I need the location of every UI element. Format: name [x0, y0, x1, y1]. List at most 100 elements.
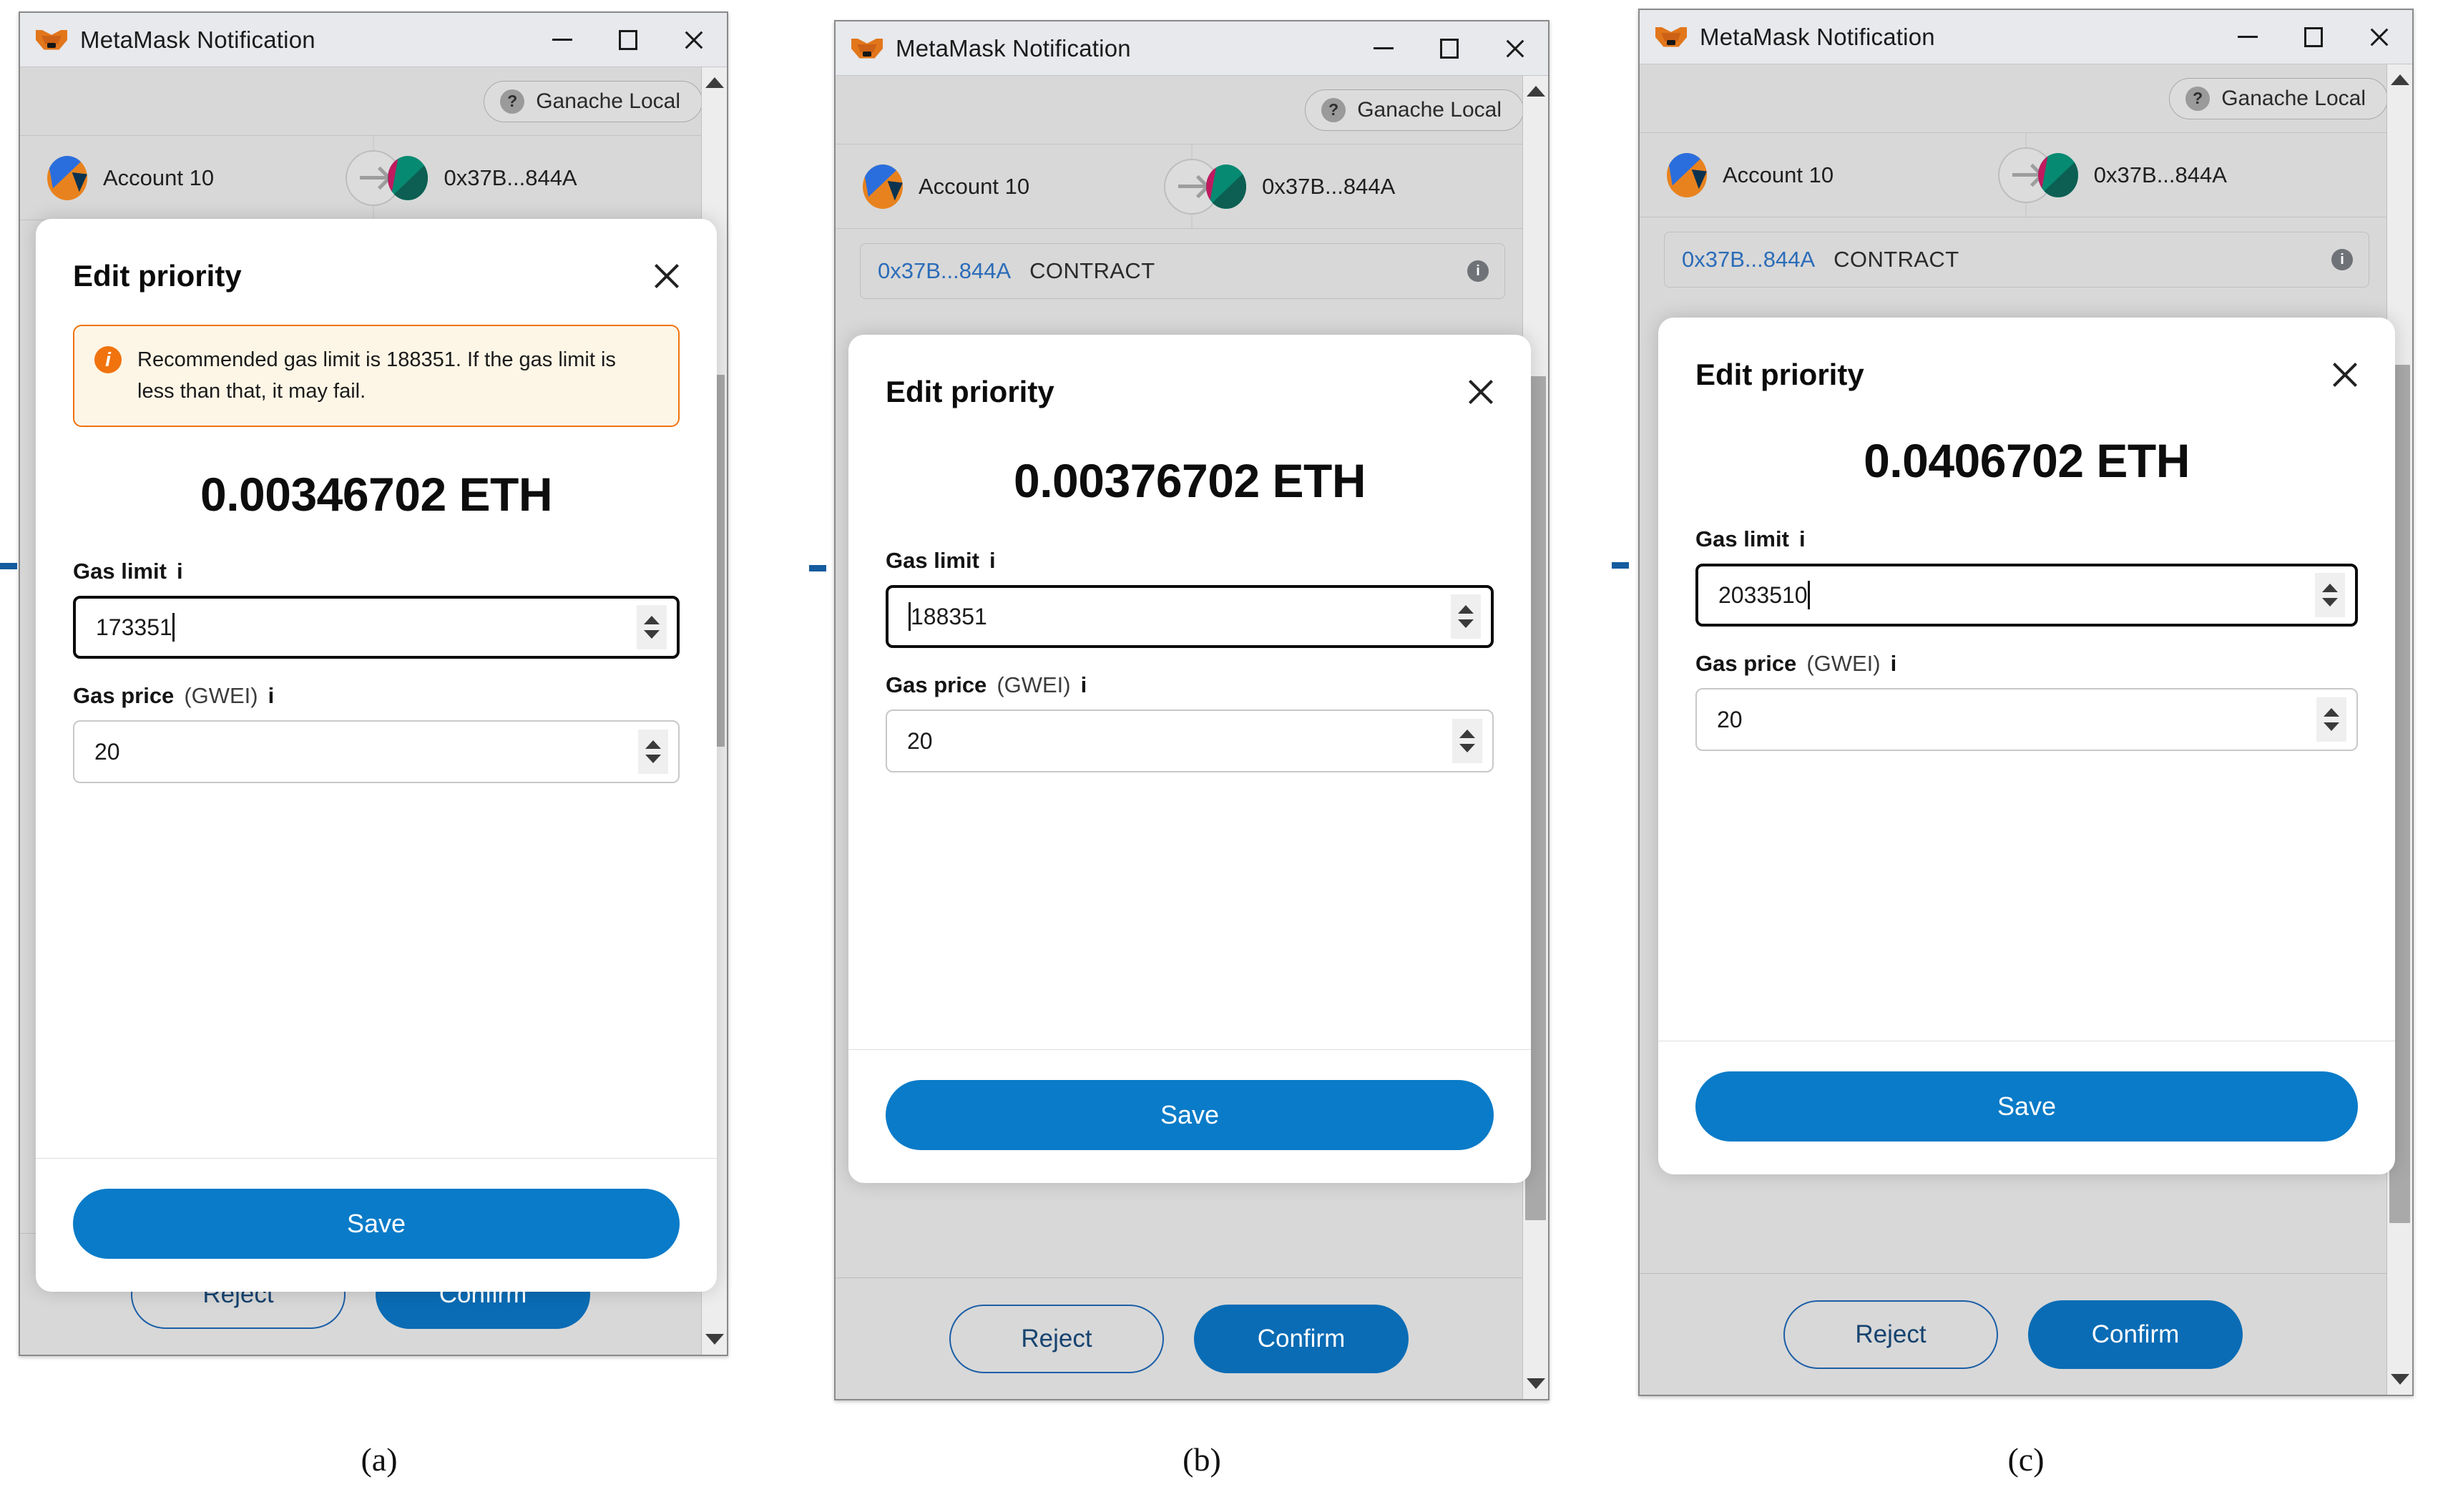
close-icon[interactable]	[1465, 376, 1497, 408]
question-mark-icon: ?	[500, 89, 525, 114]
gas-price-label: Gas price	[886, 672, 987, 697]
info-icon[interactable]: i	[1467, 260, 1489, 282]
gas-price-input[interactable]: 20	[886, 710, 1494, 772]
gas-limit-info-icon[interactable]: i	[1799, 526, 1806, 552]
network-row: ? Ganache Local	[1640, 64, 2412, 133]
contract-row[interactable]: 0x37B...844A CONTRACT i	[860, 243, 1505, 299]
minimize-button[interactable]	[529, 14, 595, 67]
recipient-address: 0x37B...844A	[1262, 173, 1396, 199]
minimize-button[interactable]	[2215, 11, 2281, 64]
maximize-button[interactable]	[1416, 22, 1482, 75]
network-name: Ganache Local	[1357, 97, 1502, 122]
modal-footer-a: Save	[36, 1158, 717, 1292]
maximize-button[interactable]	[595, 14, 661, 67]
contract-row[interactable]: 0x37B...844A CONTRACT i	[1664, 232, 2369, 288]
save-button[interactable]: Save	[886, 1080, 1494, 1150]
gas-limit-alert: i Recommended gas limit is 188351. If th…	[73, 325, 680, 427]
eth-amount: 0.00376702 ETH	[1013, 454, 1366, 507]
sender-account[interactable]: Account 10	[836, 164, 1163, 209]
close-icon[interactable]	[651, 260, 682, 292]
gas-limit-info-icon[interactable]: i	[989, 548, 996, 574]
caption-a: (a)	[361, 1441, 398, 1478]
action-footer-c: Reject Confirm	[1640, 1273, 2386, 1395]
sender-name: Account 10	[103, 165, 215, 190]
gas-price-input[interactable]: 20	[73, 720, 680, 783]
gas-limit-value: 173351	[96, 614, 172, 640]
question-mark-icon: ?	[1321, 97, 1346, 122]
eth-amount: 0.0406702 ETH	[1864, 434, 2190, 487]
figure-root: MetaMask Notification ? Ganache Local Ac…	[0, 0, 2438, 1512]
confirm-button[interactable]: Confirm	[1194, 1304, 1409, 1373]
save-button[interactable]: Save	[73, 1189, 680, 1259]
save-button[interactable]: Save	[1695, 1071, 2358, 1142]
network-selector[interactable]: ? Ganache Local	[2169, 77, 2388, 119]
titlebar-a: MetaMask Notification	[20, 13, 727, 67]
gas-price-stepper[interactable]	[2316, 697, 2346, 742]
gas-price-stepper[interactable]	[638, 730, 668, 774]
gas-limit-stepper[interactable]	[2315, 573, 2345, 617]
contract-tag: CONTRACT	[1029, 258, 1155, 283]
network-row: ? Ganache Local	[836, 76, 1548, 144]
edit-priority-modal-c: Edit priority 0.0406702 ETH Gas limit i …	[1658, 318, 2395, 1174]
scroll-down-icon[interactable]	[705, 1334, 724, 1345]
contract-address: 0x37B...844A	[1682, 247, 1816, 272]
modal-title: Edit priority	[886, 375, 1054, 408]
maximize-button[interactable]	[2281, 11, 2346, 64]
edit-priority-modal-a: Edit priority i Recommended gas limit is…	[36, 219, 717, 1292]
modal-body-c: 0.0406702 ETH Gas limit i 2033510 Gas pr…	[1658, 392, 2395, 1041]
sender-avatar-icon	[863, 164, 903, 209]
sender-account[interactable]: Account 10	[20, 155, 345, 200]
gas-limit-input[interactable]: 188351	[886, 585, 1494, 648]
gas-price-stepper[interactable]	[1452, 719, 1482, 763]
recipient-account[interactable]: 0x37B...844A	[345, 155, 670, 200]
gas-limit-stepper[interactable]	[1451, 594, 1481, 639]
text-caret	[172, 613, 175, 642]
scroll-up-icon[interactable]	[705, 77, 724, 88]
network-selector[interactable]: ? Ganache Local	[1305, 89, 1524, 131]
modal-header-a: Edit priority	[36, 219, 717, 293]
gas-price-info-icon[interactable]: i	[1891, 651, 1897, 677]
recipient-account[interactable]: 0x37B...844A	[1163, 164, 1491, 209]
scroll-down-icon[interactable]	[1526, 1378, 1545, 1389]
close-icon[interactable]	[2329, 359, 2361, 391]
recipient-avatar-icon	[2037, 152, 2078, 197]
window-accent-tick-c	[1612, 562, 1629, 569]
network-name: Ganache Local	[536, 89, 680, 113]
transfer-row: Account 10 0x37B...844A	[1640, 133, 2412, 217]
recipient-address: 0x37B...844A	[444, 165, 577, 190]
gas-price-info-icon[interactable]: i	[1081, 672, 1087, 698]
gas-limit-label-row: Gas limit i	[73, 559, 680, 584]
modal-body-a: i Recommended gas limit is 188351. If th…	[36, 293, 717, 1158]
gas-limit-input[interactable]: 173351	[73, 596, 680, 659]
minimize-button[interactable]	[1351, 22, 1416, 75]
confirm-button[interactable]: Confirm	[2028, 1300, 2243, 1369]
gas-limit-stepper[interactable]	[637, 605, 667, 649]
gas-limit-info-icon[interactable]: i	[177, 559, 183, 584]
window-title: MetaMask Notification	[896, 34, 1131, 62]
scroll-up-icon[interactable]	[2390, 74, 2409, 85]
network-selector[interactable]: ? Ganache Local	[484, 80, 702, 122]
metamask-fox-icon	[1655, 23, 1687, 51]
close-button[interactable]	[661, 14, 727, 67]
reject-button[interactable]: Reject	[949, 1304, 1164, 1373]
scroll-up-icon[interactable]	[1526, 86, 1545, 97]
modal-title: Edit priority	[1695, 358, 1864, 391]
scroll-down-icon[interactable]	[2390, 1374, 2409, 1385]
reject-button[interactable]: Reject	[1783, 1300, 1998, 1369]
close-button[interactable]	[1482, 22, 1548, 75]
network-row: ? Ganache Local	[20, 67, 727, 136]
gas-limit-label-row: Gas limit i	[886, 548, 1494, 574]
gas-price-input[interactable]: 20	[1695, 688, 2358, 751]
gas-price-label-row: Gas price (GWEI) i	[73, 683, 680, 709]
modal-header-c: Edit priority	[1658, 318, 2395, 392]
titlebar-b: MetaMask Notification	[836, 21, 1548, 76]
recipient-account[interactable]: 0x37B...844A	[1995, 152, 2351, 197]
gas-limit-input[interactable]: 2033510	[1695, 564, 2358, 627]
sender-account[interactable]: Account 10	[1640, 152, 1995, 197]
gas-limit-label: Gas limit	[886, 548, 979, 573]
info-icon[interactable]: i	[2331, 249, 2353, 270]
gas-price-unit: (GWEI)	[997, 672, 1071, 697]
gas-price-info-icon[interactable]: i	[268, 683, 275, 709]
contract-tag: CONTRACT	[1834, 247, 1959, 272]
close-button[interactable]	[2346, 11, 2412, 64]
